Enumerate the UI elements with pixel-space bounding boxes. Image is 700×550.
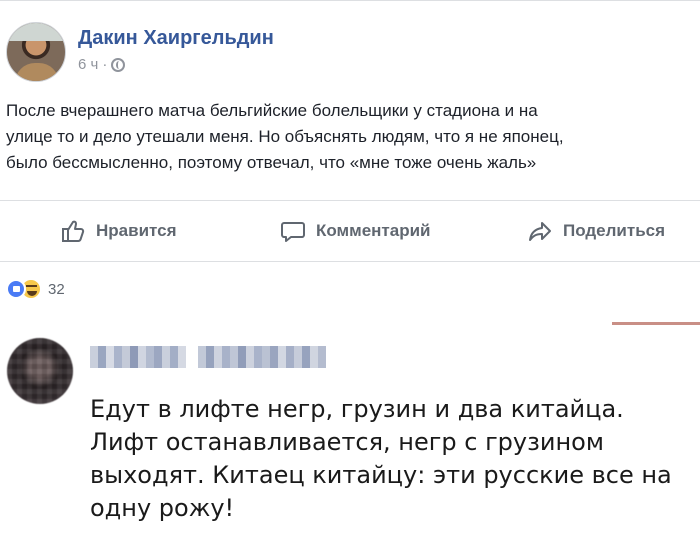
- post-meta: 6 ч ·: [78, 56, 126, 73]
- reactions-summary[interactable]: 32: [6, 278, 65, 300]
- comment-button[interactable]: Комментарий: [280, 217, 430, 245]
- post-text: После вчерашнего матча бельгийские болел…: [6, 101, 564, 172]
- share-button[interactable]: Поделиться: [527, 217, 665, 245]
- share-label: Поделиться: [563, 221, 666, 240]
- meta-separator: ·: [102, 56, 108, 73]
- accent-line: [612, 322, 700, 325]
- like-button[interactable]: Нравится: [60, 217, 177, 245]
- post-time[interactable]: 6 ч: [78, 56, 98, 73]
- thumbs-up-icon: [62, 220, 85, 242]
- commenter-name-pixelated: [90, 346, 354, 368]
- commenter-avatar-blurred: [7, 338, 73, 404]
- post-actions: Нравится Комментарий Поделиться: [0, 201, 700, 261]
- divider: [0, 261, 700, 262]
- globe-icon[interactable]: [111, 57, 126, 72]
- share-arrow-icon: [529, 222, 551, 241]
- like-icon: [6, 279, 26, 299]
- post-card: Дакин Хаиргельдин 6 ч · После вчерашнего…: [0, 0, 700, 320]
- author-name[interactable]: Дакин Хаиргельдин: [78, 27, 274, 50]
- comment-icon: [281, 222, 305, 242]
- reaction-count: 32: [48, 280, 65, 298]
- author-avatar[interactable]: [6, 22, 66, 82]
- comment-label: Комментарий: [316, 221, 431, 240]
- like-label: Нравится: [96, 221, 177, 240]
- top-border: [0, 0, 700, 1]
- comment-text: Едут в лифте негр, грузин и два китайца.…: [90, 395, 672, 522]
